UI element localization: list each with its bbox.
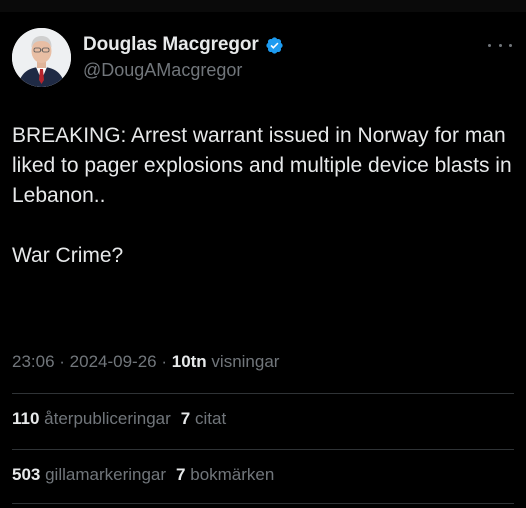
avatar-image bbox=[12, 28, 71, 87]
bookmarks-stat[interactable]: 7 bokmärken bbox=[176, 465, 274, 484]
divider bbox=[12, 393, 514, 394]
verified-badge-icon[interactable] bbox=[265, 36, 284, 55]
views-label: visningar bbox=[206, 352, 280, 371]
reposts-count: 110 bbox=[12, 409, 40, 428]
top-band bbox=[0, 0, 526, 12]
divider bbox=[12, 449, 514, 450]
more-options-icon[interactable] bbox=[488, 40, 512, 50]
reposts-stat[interactable]: 110 återpubliceringar bbox=[12, 409, 171, 428]
bookmarks-count: 7 bbox=[176, 465, 186, 484]
author-name-row: Douglas Macgregor bbox=[83, 34, 284, 56]
tweet-date[interactable]: 2024-09-26 bbox=[70, 352, 157, 371]
tweet-time[interactable]: 23:06 bbox=[12, 352, 55, 371]
meta-separator: · bbox=[54, 352, 70, 371]
views-count: 10tn bbox=[171, 352, 207, 371]
quotes-stat[interactable]: 7 citat bbox=[181, 409, 226, 428]
avatar[interactable] bbox=[12, 28, 71, 87]
meta-separator: · bbox=[156, 352, 172, 371]
quotes-label: citat bbox=[190, 409, 227, 428]
likes-stat[interactable]: 503 gillamarkeringar bbox=[12, 465, 166, 484]
likes-label: gillamarkeringar bbox=[40, 465, 167, 484]
likes-count: 503 bbox=[12, 465, 41, 484]
reposts-label: återpubliceringar bbox=[39, 409, 171, 428]
likes-stats-row: 503 gillamarkeringar 7 bokmärken bbox=[12, 465, 274, 485]
tweet-text: BREAKING: Arrest warrant issued in Norwa… bbox=[12, 124, 512, 267]
repost-stats-row: 110 återpubliceringar 7 citat bbox=[12, 409, 226, 429]
divider bbox=[12, 503, 514, 504]
tweet-meta: 23:06 · 2024-09-26 · 10tn visningar bbox=[12, 352, 279, 372]
author-handle[interactable]: @DougAMacgregor bbox=[83, 60, 242, 81]
author-display-name[interactable]: Douglas Macgregor bbox=[83, 34, 259, 56]
bookmarks-label: bokmärken bbox=[185, 465, 275, 484]
quotes-count: 7 bbox=[180, 409, 191, 428]
tweet-header: Douglas Macgregor @DougAMacgregor bbox=[0, 26, 526, 90]
